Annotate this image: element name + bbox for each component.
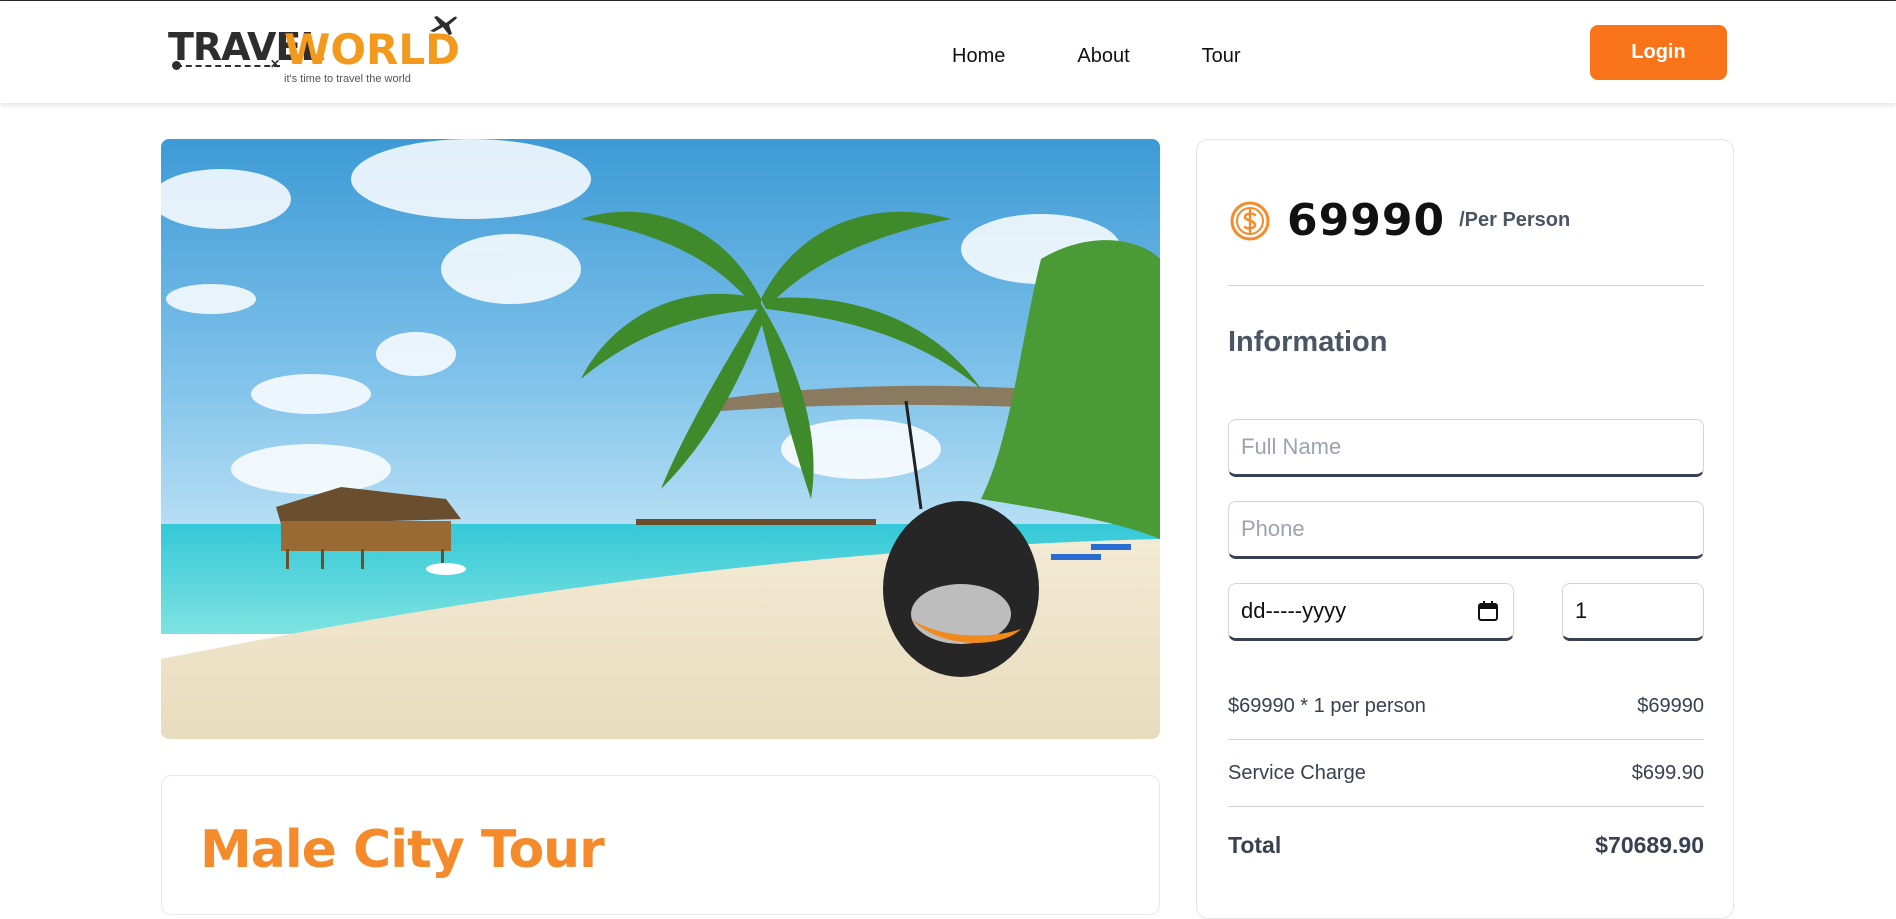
service-charge-label: Service Charge <box>1228 762 1366 784</box>
nav-about[interactable]: About <box>1077 41 1129 71</box>
base-price-line: $69990 * 1 per person $69990 <box>1228 695 1704 718</box>
nav-tour[interactable]: Tour <box>1202 41 1241 71</box>
full-name-field[interactable]: Full Name <box>1228 419 1704 477</box>
date-field-value: dd-----yyyy <box>1241 598 1347 623</box>
beach-photo <box>161 139 1160 739</box>
base-price-label: $69990 * 1 per person <box>1228 695 1426 717</box>
travelworld-logo[interactable]: TRAVEL WORLD ✕ it's time to travel the w… <box>166 15 466 91</box>
main-nav: Home About Tour <box>952 41 1313 71</box>
tour-price: 69990 <box>1287 195 1446 246</box>
logo-x-mark: ✕ <box>270 57 281 71</box>
total-line: Total $70689.90 <box>1228 832 1704 859</box>
airplane-icon <box>430 16 457 35</box>
date-field[interactable]: dd-----yyyy <box>1228 583 1514 641</box>
booking-panel: 69990 /Per Person Information Full Name … <box>1196 139 1734 919</box>
line-divider-1 <box>1228 739 1704 740</box>
guest-count-field[interactable]: 1 <box>1562 583 1704 641</box>
logo-flight-path <box>176 65 280 67</box>
information-heading: Information <box>1228 326 1388 358</box>
service-charge-line: Service Charge $699.90 <box>1228 762 1704 785</box>
line-divider-2 <box>1228 806 1704 807</box>
price-divider <box>1228 285 1704 286</box>
service-charge-value: $699.90 <box>1631 762 1704 784</box>
calendar-icon[interactable] <box>1477 600 1499 622</box>
total-label: Total <box>1228 832 1282 858</box>
tour-hero-image <box>161 139 1160 739</box>
phone-field[interactable]: Phone <box>1228 501 1704 559</box>
site-header: TRAVEL WORLD ✕ it's time to travel the w… <box>0 1 1896 103</box>
total-value: $70689.90 <box>1595 832 1704 858</box>
price-row: 69990 /Per Person <box>1229 195 1570 246</box>
tour-title: Male City Tour <box>200 820 605 880</box>
base-price-value: $69990 <box>1637 695 1704 717</box>
login-button[interactable]: Login <box>1590 25 1727 80</box>
nav-home[interactable]: Home <box>952 41 1005 71</box>
per-person-label: /Per Person <box>1459 209 1571 231</box>
tour-info-card: Male City Tour <box>161 775 1160 915</box>
dollar-coin-icon <box>1230 201 1270 240</box>
logo-tagline: it's time to travel the world <box>284 73 411 85</box>
